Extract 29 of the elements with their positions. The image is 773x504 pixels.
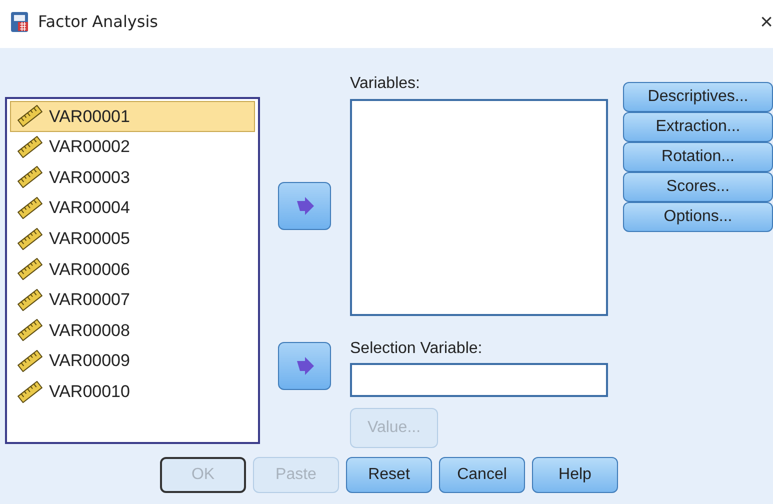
- dialog-button[interactable]: Rotation...: [623, 142, 773, 172]
- app-icon: [10, 11, 30, 33]
- variable-item[interactable]: VAR00003: [10, 162, 256, 193]
- variable-item[interactable]: VAR00002: [10, 132, 256, 162]
- dialog-button[interactable]: Descriptives...: [623, 82, 773, 112]
- field-label: Variables:: [350, 74, 420, 94]
- dialog-button[interactable]: Options...: [623, 202, 773, 232]
- dialog-button[interactable]: Extraction...: [623, 112, 773, 142]
- dialog-button[interactable]: Help: [532, 457, 618, 493]
- arrow-button[interactable]: [278, 342, 332, 390]
- variable-item[interactable]: VAR00001: [10, 101, 256, 132]
- variable-item[interactable]: VAR00008: [10, 315, 256, 346]
- variables-list[interactable]: [350, 99, 608, 316]
- field-label: Selection Variable:: [350, 339, 482, 359]
- right-arrow-icon: [294, 197, 315, 215]
- right-arrow-icon: [294, 357, 315, 375]
- dialog-button[interactable]: Scores...: [623, 172, 773, 202]
- variable-item[interactable]: VAR00010: [10, 376, 256, 407]
- window-title: Factor Analysis: [38, 11, 158, 33]
- variable-item[interactable]: VAR00004: [10, 192, 256, 224]
- selection-variable-field[interactable]: [350, 363, 608, 397]
- dialog-button[interactable]: Reset: [346, 457, 432, 493]
- variable-item[interactable]: VAR00009: [10, 346, 256, 376]
- variable-item[interactable]: VAR00006: [10, 254, 256, 285]
- variable-item[interactable]: VAR00005: [10, 223, 256, 254]
- close-button[interactable]: ×: [760, 11, 773, 33]
- variable-item[interactable]: VAR00007: [10, 284, 256, 316]
- dialog-button[interactable]: Cancel: [439, 457, 525, 493]
- arrow-button[interactable]: [278, 182, 332, 230]
